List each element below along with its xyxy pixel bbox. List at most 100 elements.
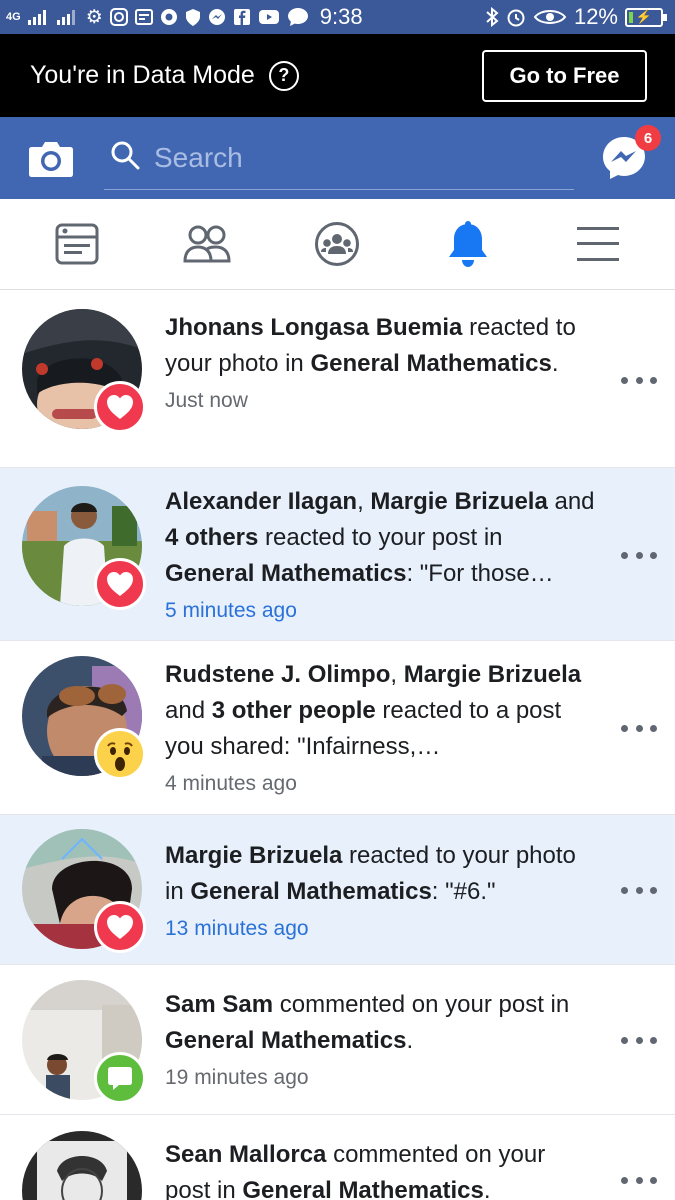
status-bar: 4G ⚙ 9:38 12% ⚡: [0, 0, 675, 34]
notification-item[interactable]: Sean Mallorca commented on your post in …: [0, 1115, 675, 1200]
love-reaction-icon: [94, 558, 146, 610]
notification-plain-text: and: [165, 697, 212, 724]
data-mode-text: You're in Data Mode: [30, 61, 255, 89]
notification-plain-text: .: [483, 1177, 491, 1200]
avatar-wrap: [22, 1131, 146, 1200]
more-options-button[interactable]: [621, 1165, 657, 1195]
love-reaction-icon: [94, 901, 146, 953]
notification-plain-text: .: [551, 350, 559, 377]
notification-time: 13 minutes ago: [165, 917, 309, 940]
signal-icon: [56, 9, 79, 25]
search-bar: [104, 126, 574, 190]
network-type-label: 4G: [6, 11, 21, 23]
notification-bold-text[interactable]: General Mathematics: [190, 878, 431, 905]
chrome-icon: [160, 8, 178, 26]
help-icon[interactable]: ?: [268, 60, 299, 91]
notification-bold-text[interactable]: Sean Mallorca: [165, 1141, 326, 1168]
status-time: 9:38: [319, 4, 363, 29]
instagram-icon: [109, 8, 128, 26]
notification-bold-text[interactable]: Sam Sam: [165, 991, 273, 1018]
notification-message: Sam Sam commented on your post in Genera…: [165, 991, 569, 1054]
notification-message: Rudstene J. Olimpo, Margie Brizuela and …: [165, 661, 581, 760]
notification-plain-text: ,: [390, 661, 404, 688]
tab-notifications[interactable]: [428, 204, 508, 284]
notification-plain-text: ,: [357, 488, 371, 515]
avatar-wrap: [22, 656, 146, 780]
notification-time: 4 minutes ago: [165, 772, 297, 795]
notification-bold-text[interactable]: General Mathematics: [165, 560, 406, 587]
bell-icon: [448, 221, 487, 267]
notification-message: Alexander Ilagan, Margie Brizuela and 4 …: [165, 488, 595, 587]
signal-icon: [27, 9, 50, 25]
tab-news-feed[interactable]: [37, 204, 117, 284]
notification-text: Sean Mallorca commented on your post in …: [165, 1137, 595, 1200]
tab-friends[interactable]: [167, 204, 247, 284]
wow-reaction-icon: [94, 728, 146, 780]
facebook-icon: [233, 8, 251, 26]
news-icon: [134, 8, 153, 26]
search-input[interactable]: [154, 141, 534, 174]
avatar-wrap: [22, 309, 146, 433]
app-header: 6: [0, 117, 675, 199]
notification-item[interactable]: Jhonans Longasa Buemia reacted to your p…: [0, 291, 675, 468]
notification-item[interactable]: Alexander Ilagan, Margie Brizuela and 4 …: [0, 468, 675, 641]
notification-text: Sam Sam commented on your post in Genera…: [165, 987, 595, 1096]
tab-bar: [0, 199, 675, 290]
battery-fill: [629, 11, 633, 23]
friends-icon: [183, 225, 231, 263]
go-to-free-button[interactable]: Go to Free: [482, 49, 647, 102]
notification-bold-text[interactable]: Margie Brizuela: [370, 488, 547, 515]
notification-item[interactable]: Rudstene J. Olimpo, Margie Brizuela and …: [0, 641, 675, 815]
notification-bold-text[interactable]: 4 others: [165, 524, 258, 551]
notification-text: Jhonans Longasa Buemia reacted to your p…: [165, 310, 595, 419]
love-reaction-icon: [94, 381, 146, 433]
messenger-badge: 6: [635, 125, 661, 151]
more-options-button[interactable]: [621, 540, 657, 570]
notification-bold-text[interactable]: General Mathematics: [165, 1027, 406, 1054]
avatar: [22, 1131, 142, 1200]
battery-icon: ⚡: [625, 7, 667, 27]
notification-time: 19 minutes ago: [165, 1066, 309, 1089]
notification-plain-text: reacted to your post in: [258, 524, 503, 551]
tab-menu[interactable]: [558, 204, 638, 284]
shield-icon: [185, 8, 201, 27]
eye-icon: [533, 8, 567, 26]
comment-reaction-icon: [94, 1052, 146, 1104]
notification-bold-text[interactable]: Alexander Ilagan: [165, 488, 357, 515]
notification-message: Sean Mallorca commented on your post in …: [165, 1141, 545, 1200]
notification-item[interactable]: Sam Sam commented on your post in Genera…: [0, 965, 675, 1115]
notification-plain-text: .: [406, 1027, 414, 1054]
notification-bold-text[interactable]: General Mathematics: [310, 350, 551, 377]
tab-groups[interactable]: [297, 204, 377, 284]
settings-icon: ⚙: [85, 6, 103, 28]
notification-bold-text[interactable]: General Mathematics: [242, 1177, 483, 1200]
notification-bold-text[interactable]: Margie Brizuela: [165, 842, 342, 869]
charging-bolt-icon: ⚡: [635, 9, 653, 24]
notification-plain-text: and: [547, 488, 595, 515]
notification-message: Margie Brizuela reacted to your photo in…: [165, 842, 576, 905]
notification-time: 5 minutes ago: [165, 599, 297, 622]
more-options-button[interactable]: [621, 875, 657, 905]
more-options-button[interactable]: [621, 1025, 657, 1055]
avatar-wrap: [22, 829, 146, 953]
chat-icon: [287, 7, 309, 27]
camera-icon[interactable]: [28, 135, 74, 181]
battery-percent: 12%: [573, 4, 618, 29]
bluetooth-icon: [485, 7, 499, 27]
notification-text: Rudstene J. Olimpo, Margie Brizuela and …: [165, 657, 595, 802]
hamburger-icon: [576, 227, 619, 261]
notification-time: Just now: [165, 389, 248, 412]
news-feed-icon: [55, 223, 99, 265]
notification-bold-text[interactable]: Margie Brizuela: [404, 661, 581, 688]
notification-bold-text[interactable]: 3 other people: [212, 697, 376, 724]
more-options-button[interactable]: [621, 713, 657, 743]
youtube-icon: [258, 9, 280, 25]
messenger-button[interactable]: 6: [601, 125, 661, 181]
notification-bold-text[interactable]: Jhonans Longasa Buemia: [165, 314, 462, 341]
data-mode-info: You're in Data Mode ?: [30, 60, 299, 91]
notification-bold-text[interactable]: Rudstene J. Olimpo: [165, 661, 390, 688]
notification-item[interactable]: Margie Brizuela reacted to your photo in…: [0, 815, 675, 965]
more-options-button[interactable]: [621, 365, 657, 395]
notification-text: Margie Brizuela reacted to your photo in…: [165, 838, 595, 947]
notification-plain-text: : "For those…: [406, 560, 554, 587]
